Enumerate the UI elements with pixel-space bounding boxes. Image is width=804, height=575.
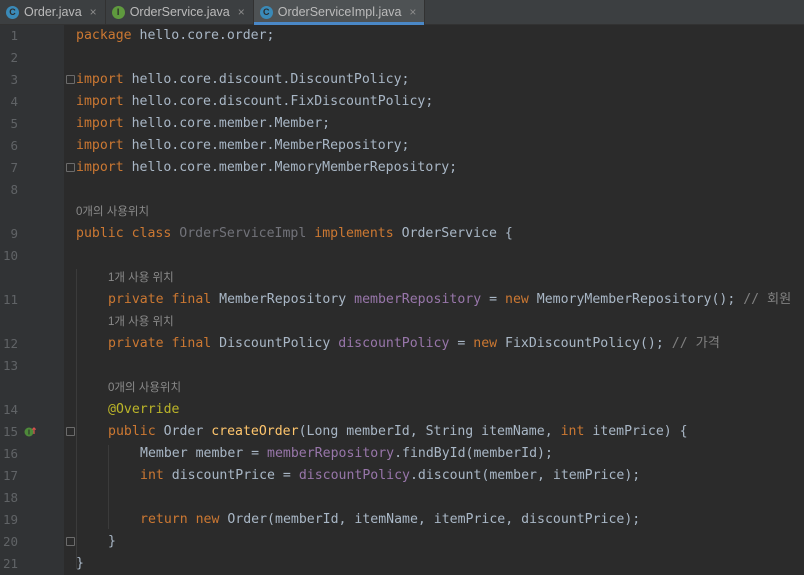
line-number: 14 xyxy=(2,402,18,417)
code-line: 1 package hello.core.order; xyxy=(0,25,804,47)
usages-hint[interactable]: 1개 사용 위치 xyxy=(108,269,174,285)
usages-hint[interactable]: 1개 사용 위치 xyxy=(108,313,174,329)
line-number: 2 xyxy=(10,50,18,65)
code-line: 10 xyxy=(0,245,804,267)
tab-label: OrderService.java xyxy=(129,5,230,19)
tab-order-java[interactable]: C Order.java × xyxy=(0,0,106,24)
fold-icon[interactable] xyxy=(66,163,75,172)
code-line: 20 } xyxy=(0,531,804,553)
code-line: 9 public class OrderServiceImpl implemen… xyxy=(0,223,804,245)
line-number: 17 xyxy=(2,468,18,483)
tab-label: Order.java xyxy=(24,5,82,19)
usages-hint[interactable]: 0개의 사용위치 xyxy=(76,203,149,219)
tab-orderservice-java[interactable]: I OrderService.java × xyxy=(106,0,254,24)
close-icon[interactable]: × xyxy=(409,5,416,19)
code-line: 18 xyxy=(0,487,804,509)
line-number: 16 xyxy=(2,446,18,461)
code-line: 6 import hello.core.member.MemberReposit… xyxy=(0,135,804,157)
code-line: 7 import hello.core.member.MemoryMemberR… xyxy=(0,157,804,179)
code-line: 2 xyxy=(0,47,804,69)
code-editor[interactable]: 1 package hello.core.order; 2 3 import h… xyxy=(0,25,804,575)
line-number: 18 xyxy=(2,490,18,505)
line-number: 21 xyxy=(2,556,18,571)
line-number: 19 xyxy=(2,512,18,527)
usages-hint[interactable]: 0개의 사용위치 xyxy=(108,379,181,395)
code-line: 16 Member member = memberRepository.find… xyxy=(0,443,804,465)
line-number: 20 xyxy=(2,534,18,549)
code-line: 5 import hello.core.member.Member; xyxy=(0,113,804,135)
fold-icon[interactable] xyxy=(66,427,75,436)
implements-method-icon[interactable]: I xyxy=(24,426,36,438)
code-line: 21 } xyxy=(0,553,804,575)
fold-icon[interactable] xyxy=(66,537,75,546)
tab-label: OrderServiceImpl.java xyxy=(277,5,402,19)
line-number: 13 xyxy=(2,358,18,373)
code-line: 15 I public Order createOrder(Long membe… xyxy=(0,421,804,443)
line-number: 9 xyxy=(10,226,18,241)
code-line: 4 import hello.core.discount.FixDiscount… xyxy=(0,91,804,113)
line-number: 12 xyxy=(2,336,18,351)
line-number: 8 xyxy=(10,182,18,197)
line-number: 5 xyxy=(10,116,18,131)
class-icon: C xyxy=(6,5,19,19)
line-number: 4 xyxy=(10,94,18,109)
code-line: 3 import hello.core.discount.DiscountPol… xyxy=(0,69,804,91)
line-number: 3 xyxy=(10,72,18,87)
line-number: 11 xyxy=(2,292,18,307)
fold-icon[interactable] xyxy=(66,75,75,84)
code-line: 17 int discountPrice = discountPolicy.di… xyxy=(0,465,804,487)
class-icon: C xyxy=(259,5,273,19)
code-line: 13 xyxy=(0,355,804,377)
line-number: 15 xyxy=(2,424,18,439)
svg-text:I: I xyxy=(28,430,30,437)
code-line: 11 private final MemberRepository member… xyxy=(0,289,804,311)
code-line: 8 xyxy=(0,179,804,201)
line-number: 1 xyxy=(10,28,18,43)
close-icon[interactable]: × xyxy=(238,5,245,19)
close-icon[interactable]: × xyxy=(90,5,97,19)
line-number: 10 xyxy=(2,248,18,263)
code-line: 14 @Override xyxy=(0,399,804,421)
line-number: 7 xyxy=(10,160,18,175)
line-number: 6 xyxy=(10,138,18,153)
code-line: 19 return new Order(memberId, itemName, … xyxy=(0,509,804,531)
tab-orderserviceimpl-java[interactable]: C OrderServiceImpl.java × xyxy=(253,0,426,25)
code-line: 12 private final DiscountPolicy discount… xyxy=(0,333,804,355)
editor-tab-bar: C Order.java × I OrderService.java × C O… xyxy=(0,0,804,25)
interface-icon: I xyxy=(111,5,125,19)
